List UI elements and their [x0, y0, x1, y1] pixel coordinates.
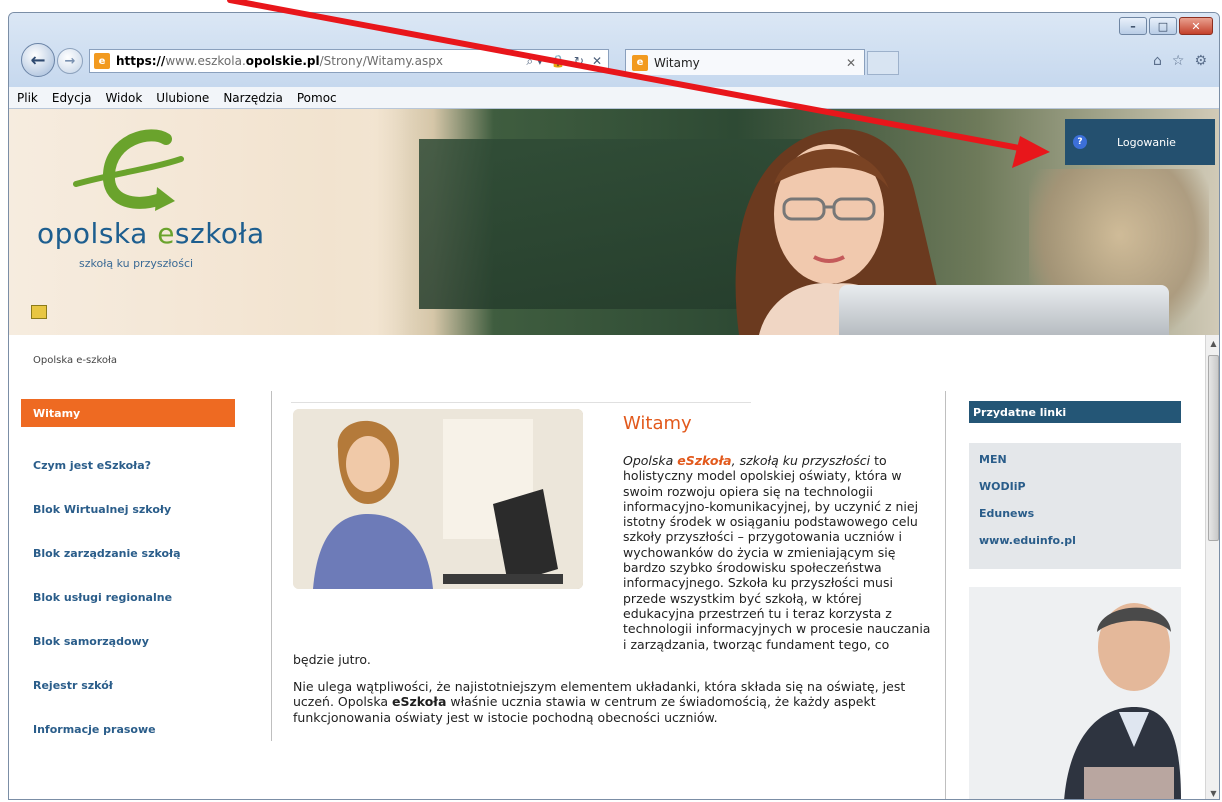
- scroll-thumb[interactable]: [1208, 355, 1219, 541]
- window-controls: – □ ✕: [1119, 17, 1213, 35]
- arrow-right-icon: →: [64, 53, 76, 69]
- logo-wordmark: opolska eszkoła: [37, 217, 265, 250]
- browser-window: – □ ✕ ← → e https:// www.eszkola. opolsk…: [8, 12, 1220, 800]
- help-icon: ?: [1073, 135, 1087, 149]
- menu-widok[interactable]: Widok: [105, 91, 142, 105]
- link-eduinfo[interactable]: www.eduinfo.pl: [979, 534, 1171, 561]
- favorites-star-icon[interactable]: ☆: [1172, 53, 1185, 69]
- page-title: Witamy: [623, 413, 692, 434]
- article-paragraph-2: Nie ulega wątpliwości, że najistotniejsz…: [293, 679, 933, 725]
- browser-toolbar-icons: ⌂ ☆ ⚙: [1153, 53, 1207, 69]
- column-divider: [271, 391, 272, 741]
- link-edunews[interactable]: Edunews: [979, 507, 1171, 534]
- logo-text-part: szkoła: [174, 217, 265, 250]
- link-wodiip[interactable]: WODIiP: [979, 480, 1171, 507]
- tab-close-icon[interactable]: ✕: [846, 56, 856, 70]
- logo-text-accent: e: [157, 217, 175, 250]
- menu-pomoc[interactable]: Pomoc: [297, 91, 337, 105]
- edit-page-icon[interactable]: [31, 305, 47, 319]
- url-subdomain: www.eszkola.: [165, 54, 246, 68]
- vertical-scrollbar[interactable]: ▲ ▼: [1205, 335, 1219, 799]
- url-scheme: https://: [116, 54, 166, 68]
- useful-links-header: Przydatne linki: [969, 401, 1181, 423]
- browser-chrome: – □ ✕ ← → e https:// www.eszkola. opolsk…: [9, 13, 1219, 87]
- useful-links-list: MEN WODIiP Edunews www.eduinfo.pl: [969, 443, 1181, 569]
- nav-item-rejestr-szkol[interactable]: Rejestr szkół: [21, 663, 235, 707]
- scroll-up-icon[interactable]: ▲: [1206, 335, 1219, 351]
- header-banner: opolska eszkoła szkołą ku przyszłości ? …: [9, 109, 1219, 335]
- link-men[interactable]: MEN: [979, 453, 1171, 480]
- nav-item-samorzadowy[interactable]: Blok samorządowy: [21, 619, 235, 663]
- settings-gear-icon[interactable]: ⚙: [1194, 53, 1207, 69]
- lock-icon[interactable]: 🔒: [551, 54, 566, 69]
- refresh-icon[interactable]: ↻: [574, 54, 584, 69]
- url-domain: opolskie.pl: [245, 54, 320, 68]
- address-tools: ⌕ ▾ 🔒 ↻ ✕: [526, 54, 608, 69]
- login-label: Logowanie: [1117, 135, 1176, 149]
- arrow-left-icon: ←: [30, 49, 46, 71]
- url-path: /Strony/Witamy.aspx: [319, 54, 443, 68]
- page-viewport: opolska eszkoła szkołą ku przyszłości ? …: [9, 109, 1219, 799]
- text-run: Opolska: [623, 453, 678, 468]
- tab-title: Witamy: [654, 55, 700, 70]
- menu-bar: Plik Edycja Widok Ulubione Narzędzia Pom…: [9, 87, 1219, 109]
- nav-item-witamy[interactable]: Witamy: [21, 399, 235, 427]
- menu-edycja[interactable]: Edycja: [52, 91, 92, 105]
- tab-witamy[interactable]: e Witamy ✕: [625, 49, 865, 75]
- logo-text-part: opolska: [37, 217, 158, 250]
- left-navigation: Witamy Czym jest eSzkoła? Blok Wirtualne…: [21, 399, 235, 751]
- laptop-image: [839, 285, 1169, 335]
- new-tab-button[interactable]: [867, 51, 899, 75]
- breadcrumb[interactable]: Opolska e-szkoła: [33, 355, 117, 366]
- stop-icon[interactable]: ✕: [592, 54, 602, 69]
- column-divider: [945, 391, 946, 799]
- menu-plik[interactable]: Plik: [17, 91, 38, 105]
- forward-button[interactable]: →: [57, 48, 83, 74]
- logo-tagline: szkołą ku przyszłości: [79, 257, 194, 270]
- nav-item-informacje-prasowe[interactable]: Informacje prasowe: [21, 707, 235, 751]
- home-icon[interactable]: ⌂: [1153, 53, 1162, 69]
- screenshot-stage: – □ ✕ ← → e https:// www.eszkola. opolsk…: [0, 0, 1222, 802]
- scroll-down-icon[interactable]: ▼: [1206, 785, 1219, 799]
- nav-item-czym-jest[interactable]: Czym jest eSzkoła?: [21, 443, 235, 487]
- man-portrait-image: [969, 587, 1181, 799]
- login-button[interactable]: ? Logowanie: [1065, 119, 1215, 165]
- address-bar[interactable]: e https:// www.eszkola. opolskie.pl /Str…: [89, 49, 609, 73]
- search-dropdown-icon[interactable]: ⌕ ▾: [526, 54, 543, 69]
- brand-name: eSzkoła: [391, 694, 447, 710]
- site-favicon-icon: e: [94, 53, 110, 69]
- nav-item-zarzadzanie[interactable]: Blok zarządzanie szkołą: [21, 531, 235, 575]
- menu-narzedzia[interactable]: Narzędzia: [223, 91, 283, 105]
- content-divider: [291, 402, 751, 403]
- minimize-button[interactable]: –: [1119, 17, 1147, 35]
- maximize-button[interactable]: □: [1149, 17, 1177, 35]
- brand-name: eSzkoła: [677, 453, 732, 468]
- text-run: , szkołą ku przyszłości: [731, 453, 871, 468]
- menu-ulubione[interactable]: Ulubione: [156, 91, 209, 105]
- nav-item-uslugi-regionalne[interactable]: Blok usługi regionalne: [21, 575, 235, 619]
- close-button[interactable]: ✕: [1179, 17, 1213, 35]
- image-float-spacer: [293, 453, 623, 637]
- nav-item-wirtualna-szkola[interactable]: Blok Wirtualnej szkoły: [21, 487, 235, 531]
- eszkola-logo-icon: [73, 129, 184, 211]
- article-body: Opolska eSzkoła, szkołą ku przyszłości t…: [293, 453, 933, 725]
- back-button[interactable]: ←: [21, 43, 55, 77]
- tab-favicon-icon: e: [632, 54, 648, 71]
